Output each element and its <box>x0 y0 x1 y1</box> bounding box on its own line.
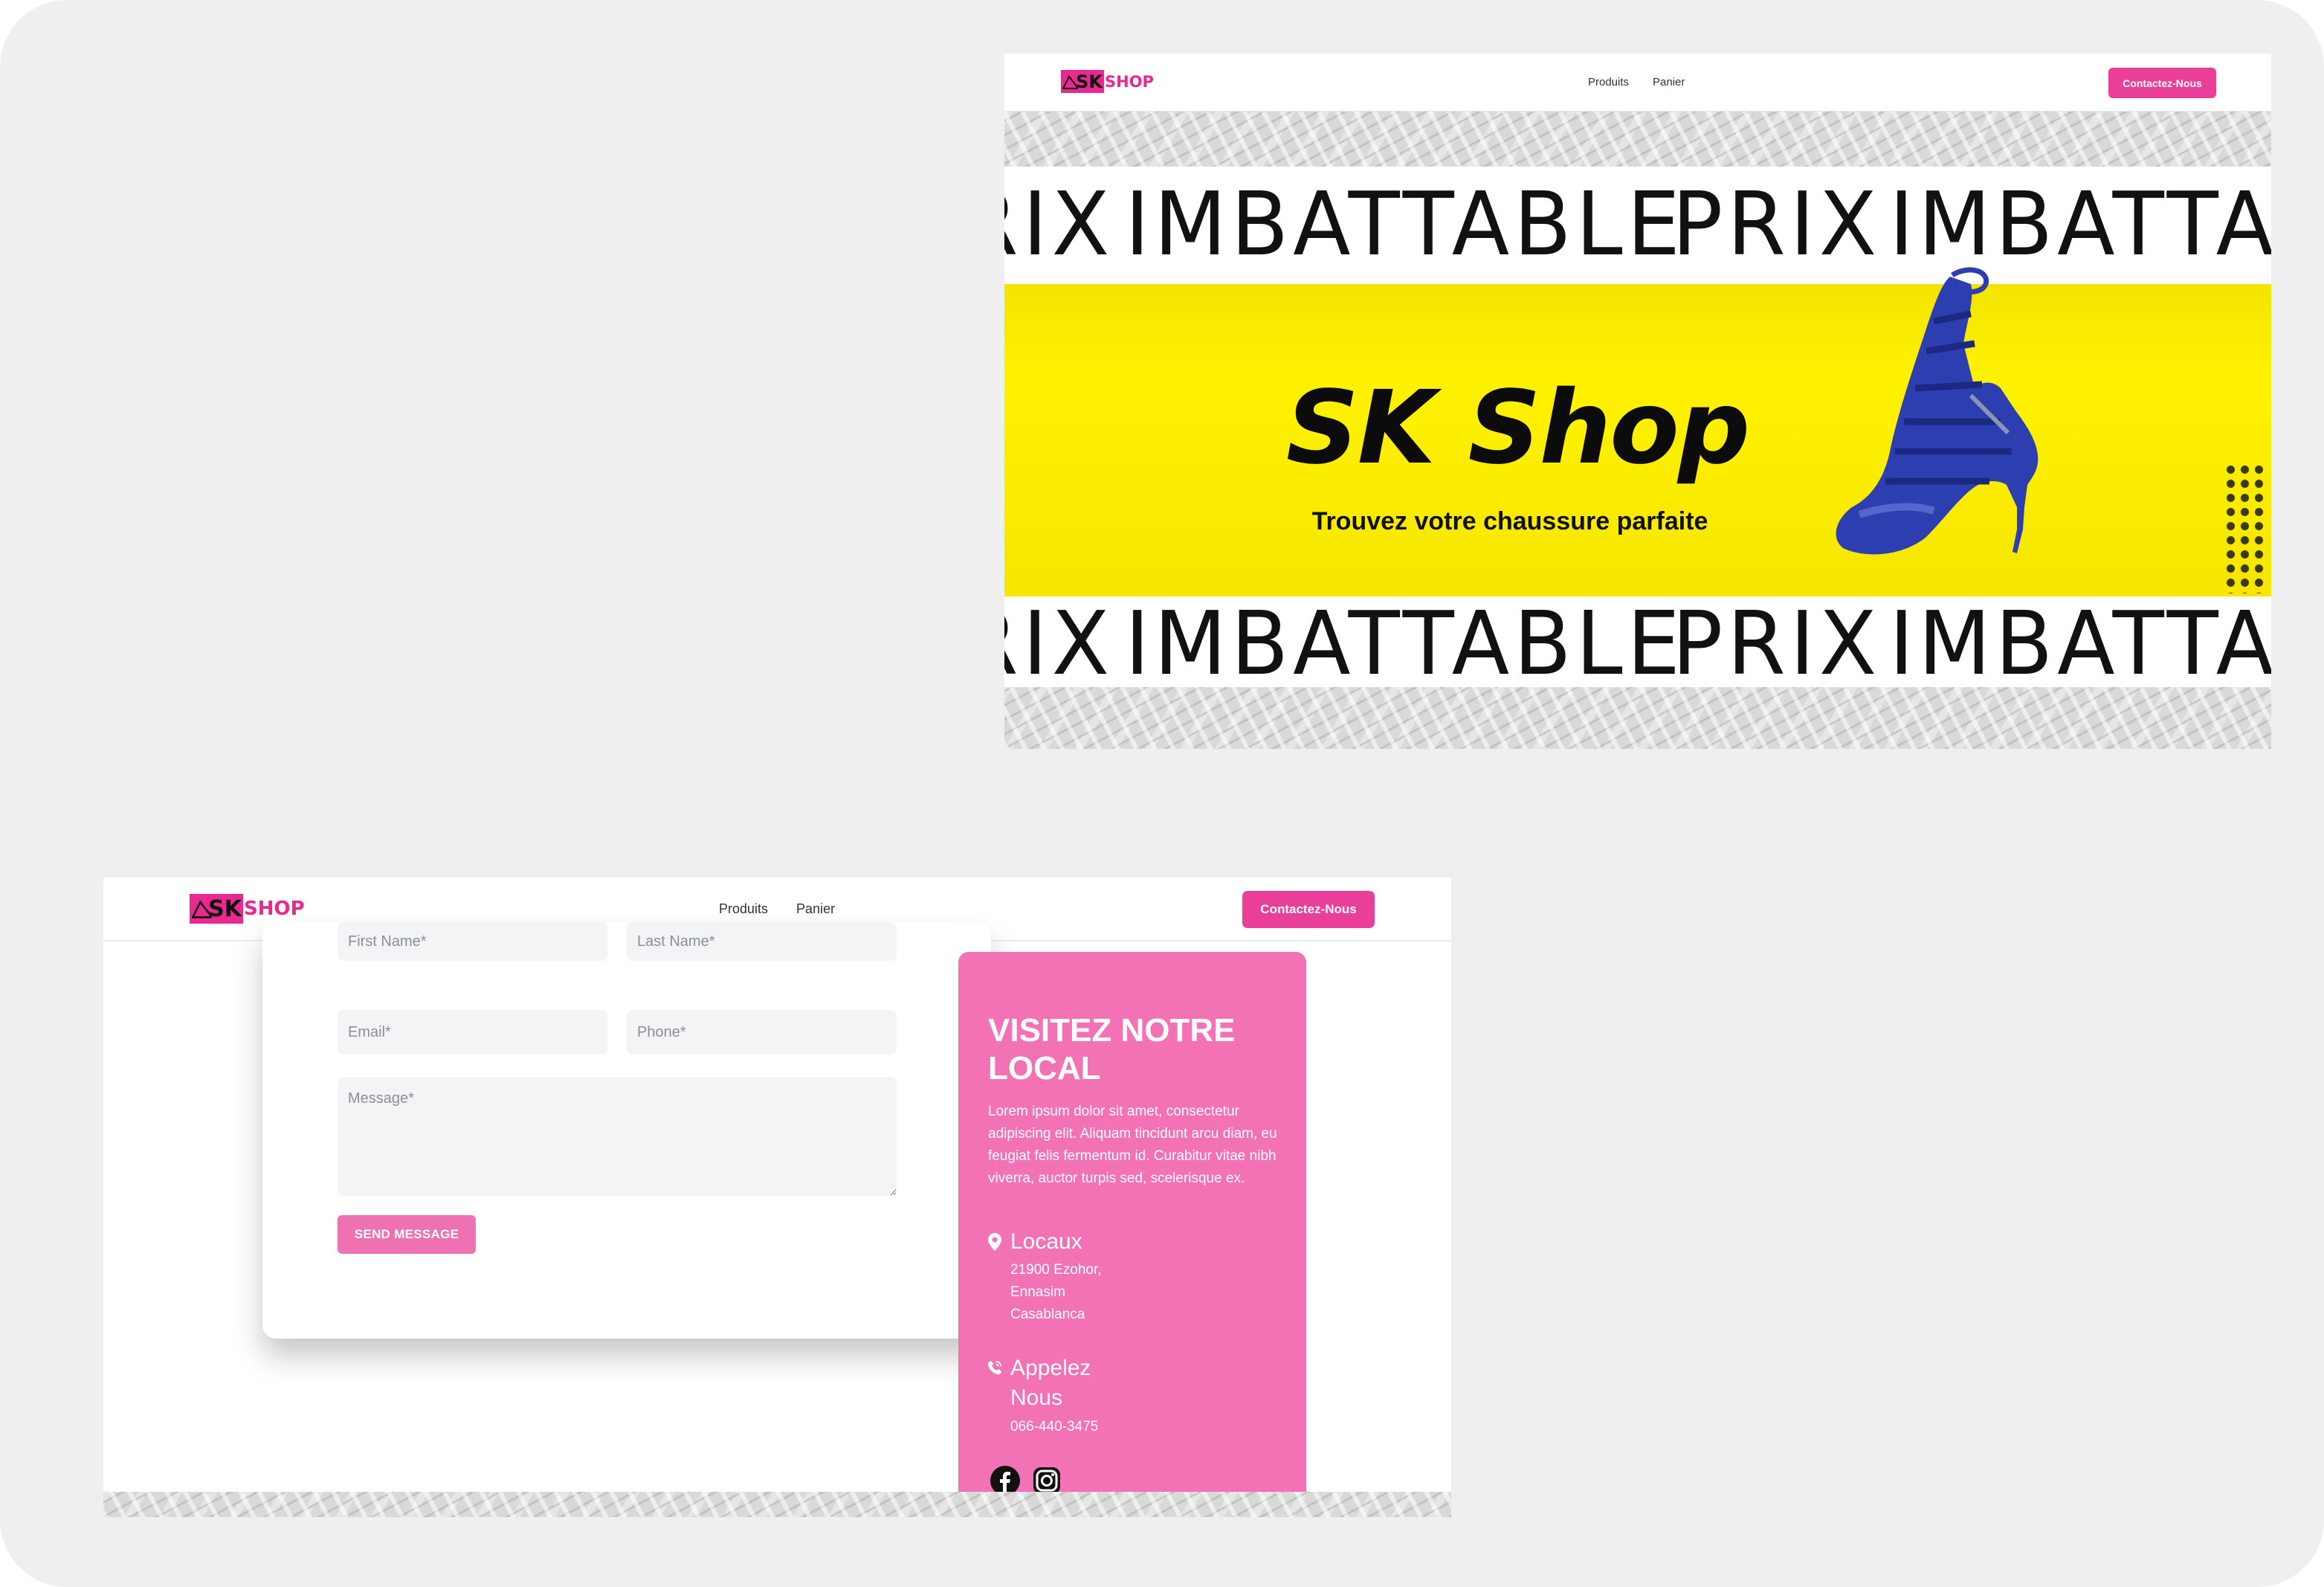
main-nav: Produits Panier <box>1588 76 1685 88</box>
shoe-logo-icon <box>1062 75 1078 89</box>
logo[interactable]: SK SHOP <box>1061 70 1154 93</box>
texture-background <box>1004 687 2271 749</box>
hero-subtitle: Trouvez votre chaussure parfaite <box>1311 507 1708 535</box>
address-line: Ennasim <box>1010 1284 1065 1300</box>
contact-window: SK SHOP Produits Panier Contactez-Nous S… <box>103 878 1451 1517</box>
hero-window: SK SHOP Produits Panier Contactez-Nous R… <box>1004 54 2271 749</box>
email-input[interactable] <box>338 1010 607 1055</box>
marquee-text: PRIX <box>1672 596 1882 689</box>
contact-button[interactable]: Contactez-Nous <box>2108 68 2216 98</box>
nav-panier[interactable]: Panier <box>796 901 835 917</box>
contact-button[interactable]: Contactez-Nous <box>1242 891 1375 928</box>
logo[interactable]: SK SHOP <box>190 894 305 924</box>
nav-panier[interactable]: Panier <box>1653 76 1685 88</box>
logo-mark-text: SK <box>208 895 242 922</box>
phone-number[interactable]: 066-440-3475 <box>1010 1416 1098 1438</box>
logo-mark-text: SK <box>1076 71 1103 92</box>
marquee-text: RIX <box>1004 596 1114 689</box>
contact-form: SEND MESSAGE <box>262 922 991 1339</box>
logo-word: SHOP <box>244 898 305 920</box>
address-line: 21900 Ezohor, <box>1010 1262 1102 1278</box>
phone-input[interactable] <box>627 1010 897 1055</box>
call-title: Nous <box>1010 1385 1063 1410</box>
high-heel-shoe-image <box>1836 267 2039 555</box>
visit-panel: VISITEZ NOTRE LOCAL Lorem ipsum dolor si… <box>958 952 1306 1517</box>
panel-description: Lorem ipsum dolor sit amet, consectetur … <box>988 1104 1277 1186</box>
logo-word: SHOP <box>1105 72 1154 91</box>
marquee-text: PRIX <box>1672 173 1882 275</box>
last-name-input[interactable] <box>627 922 897 961</box>
decorative-dots <box>2224 463 2267 593</box>
logo-mark: SK <box>1061 70 1104 93</box>
panel-title: VISITEZ NOTRE LOCAL <box>988 1012 1236 1087</box>
location-title: Locaux <box>1010 1229 1082 1254</box>
marquee-text: IMBATTABLE <box>1889 596 2271 689</box>
address-line: Casablanca <box>1010 1307 1085 1322</box>
nav-produits[interactable]: Produits <box>1588 76 1629 88</box>
logo-mark: SK <box>190 894 243 924</box>
marquee-band-top: RIX IMBATTABLE PRIX IMBATTABLE <box>1004 167 2271 284</box>
hero-banner: SK Shop Trouvez votre chaussure parfaite <box>1004 267 2271 596</box>
marquee-text: IMBATTABLE <box>1125 596 1685 689</box>
marquee-band-bottom: RIX IMBATTABLE PRIX IMBATTABLE <box>1004 596 2271 689</box>
texture-background <box>103 1492 1451 1517</box>
top-navbar: SK SHOP Produits Panier Contactez-Nous <box>1004 54 2271 112</box>
phone-icon <box>987 1360 1002 1375</box>
hero-title: SK Shop <box>1285 370 1750 487</box>
nav-produits[interactable]: Produits <box>719 901 768 917</box>
location-pin-icon <box>988 1233 1001 1251</box>
message-textarea[interactable] <box>338 1077 897 1196</box>
main-nav: Produits Panier <box>719 901 835 917</box>
marquee-text: RIX <box>1004 173 1114 275</box>
shoe-logo-icon <box>192 900 212 918</box>
send-message-button[interactable]: SEND MESSAGE <box>338 1215 476 1254</box>
first-name-input[interactable] <box>338 922 607 961</box>
marquee-text: IMBATTABLE <box>1125 173 1685 275</box>
canvas: SK SHOP Produits Panier Contactez-Nous R… <box>0 0 2324 1587</box>
marquee-text: IMBATTABLE <box>1889 173 2271 275</box>
call-title: Appelez <box>1010 1356 1091 1380</box>
